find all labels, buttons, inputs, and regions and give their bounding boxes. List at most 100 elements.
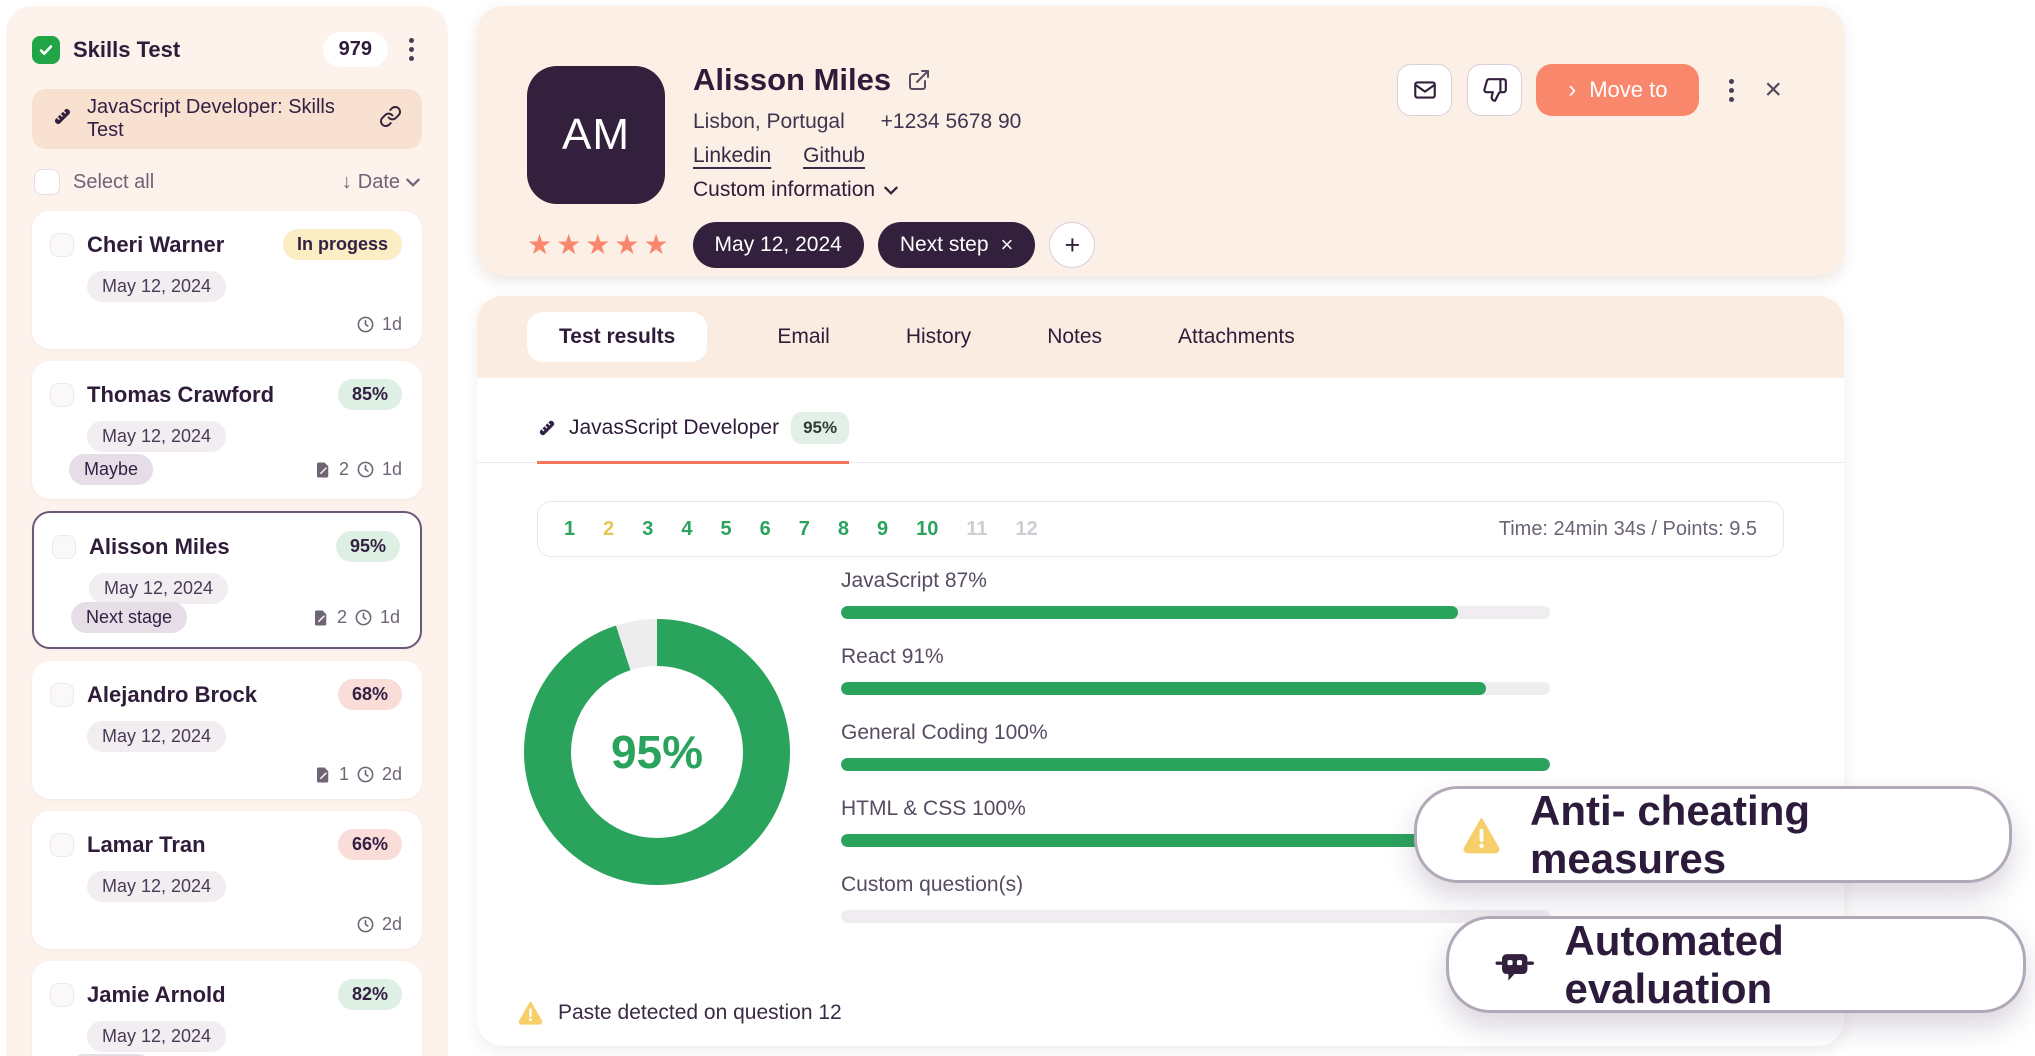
add-tag-button[interactable]: + <box>1049 222 1095 268</box>
score-badge: 85% <box>338 379 402 410</box>
question-number[interactable]: 12 <box>1016 518 1038 541</box>
tab-notes[interactable]: Notes <box>1041 312 1108 362</box>
question-number[interactable]: 1 <box>564 518 575 541</box>
candidate-checkbox[interactable] <box>50 233 74 257</box>
question-number[interactable]: 11 <box>966 518 987 541</box>
email-button[interactable] <box>1397 64 1452 116</box>
question-number[interactable]: 8 <box>838 518 849 541</box>
candidate-card[interactable]: Jamie Arnold 82% May 12, 2024 Maybe 2 2d <box>32 961 422 1056</box>
skill-bar-track <box>841 758 1550 771</box>
automated-evaluation-callout: Automated evaluation <box>1446 916 2026 1013</box>
candidate-checkbox[interactable] <box>50 983 74 1007</box>
chain-link-icon[interactable] <box>379 105 402 134</box>
sidebar-title: Skills Test <box>73 37 180 63</box>
skill-label: General Coding 100% <box>841 721 1550 745</box>
star-icon[interactable]: ★ <box>556 231 581 259</box>
candidate-meta: 1d <box>356 314 402 335</box>
question-number[interactable]: 2 <box>603 518 614 541</box>
candidate-date-pill: May 12, 2024 <box>87 1021 226 1052</box>
question-number[interactable]: 5 <box>721 518 732 541</box>
candidate-card[interactable]: Lamar Tran 66% May 12, 2024 2d <box>32 811 422 949</box>
test-filter-pill[interactable]: JavaScript Developer: Skills Test <box>32 89 422 149</box>
move-to-label: Move to <box>1589 77 1667 103</box>
reject-button[interactable] <box>1467 64 1522 116</box>
test-subtab-row: JavasScript Developer 95% <box>477 412 1844 463</box>
linkedin-link[interactable]: Linkedin <box>693 144 771 167</box>
chevron-down-icon <box>406 178 420 187</box>
star-icon[interactable]: ★ <box>527 231 552 259</box>
skill-bar-track <box>841 910 1550 923</box>
tab-test-results[interactable]: Test results <box>527 312 707 362</box>
sidebar-header: Skills Test 979 <box>32 32 422 67</box>
subtab-javascript-developer[interactable]: JavasScript Developer 95% <box>537 412 849 464</box>
next-step-tag: Next step × <box>878 222 1036 268</box>
note-icon <box>312 609 330 627</box>
next-step-tag-label: Next step <box>900 233 989 257</box>
stage-pill: Maybe <box>69 454 153 485</box>
header-kebab-menu-icon[interactable] <box>1721 75 1742 106</box>
external-link-icon[interactable] <box>907 68 931 92</box>
score-badge: 95% <box>336 531 400 562</box>
clock-icon <box>354 608 373 627</box>
skill-bar-fill <box>841 682 1486 695</box>
candidate-card[interactable]: Thomas Crawford 85% May 12, 2024 Maybe 2… <box>32 361 422 499</box>
candidate-phone: +1234 5678 90 <box>881 110 1022 133</box>
question-number[interactable]: 7 <box>799 518 810 541</box>
notes-count: 1 <box>339 764 349 785</box>
clock-icon <box>356 460 375 479</box>
envelope-icon <box>1412 77 1438 103</box>
question-number[interactable]: 6 <box>760 518 771 541</box>
select-all-checkbox[interactable] <box>34 169 60 195</box>
star-icon[interactable]: ★ <box>585 231 610 259</box>
filter-label: JavaScript Developer: Skills Test <box>87 96 365 142</box>
candidate-full-name: Alisson Miles <box>693 62 891 98</box>
close-icon[interactable]: × <box>1764 75 1782 105</box>
time-points-summary: Time: 24min 34s / Points: 9.5 <box>1499 518 1757 541</box>
anti-cheating-callout: Anti- cheating measures <box>1414 786 2012 883</box>
star-icon[interactable]: ★ <box>614 231 639 259</box>
candidate-name: Cheri Warner <box>87 232 224 258</box>
skill-bar-fill <box>841 606 1458 619</box>
date-tag-label: May 12, 2024 <box>715 233 842 257</box>
question-number[interactable]: 9 <box>877 518 888 541</box>
question-number[interactable]: 10 <box>916 518 938 541</box>
candidate-checkbox[interactable] <box>50 683 74 707</box>
question-number[interactable]: 4 <box>681 518 692 541</box>
candidate-date-pill: May 12, 2024 <box>87 421 226 452</box>
sidebar-kebab-menu-icon[interactable] <box>401 34 422 65</box>
question-number[interactable]: 3 <box>642 518 653 541</box>
candidate-date-pill: May 12, 2024 <box>87 871 226 902</box>
candidate-count-badge: 979 <box>323 32 388 67</box>
candidate-card[interactable]: Alejandro Brock 68% May 12, 2024 1 2d <box>32 661 422 799</box>
candidate-checkbox[interactable] <box>50 833 74 857</box>
custom-information-toggle[interactable]: Custom information <box>693 178 1021 202</box>
star-icon[interactable]: ★ <box>643 231 668 259</box>
candidate-checkbox[interactable] <box>50 383 74 407</box>
tab-history[interactable]: History <box>900 312 977 362</box>
sort-control[interactable]: ↓ Date <box>342 171 420 194</box>
candidate-card[interactable]: Cheri Warner In progess May 12, 2024 1d <box>32 211 422 349</box>
date-tag: May 12, 2024 <box>693 222 864 268</box>
note-icon <box>314 766 332 784</box>
tab-attachments[interactable]: Attachments <box>1172 312 1301 362</box>
skill-label: JavaScript 87% <box>841 569 1550 593</box>
candidate-date-pill: May 12, 2024 <box>87 271 226 302</box>
remove-tag-icon[interactable]: × <box>1001 232 1014 258</box>
github-link[interactable]: Github <box>803 144 865 167</box>
candidate-card-selected[interactable]: Alisson Miles 95% May 12, 2024 Next stag… <box>32 511 422 649</box>
tab-email[interactable]: Email <box>771 312 836 362</box>
candidate-age: 1d <box>382 314 402 335</box>
score-badge: 68% <box>338 679 402 710</box>
move-to-button[interactable]: › Move to <box>1536 64 1699 116</box>
chevron-right-icon: › <box>1568 78 1576 102</box>
skill-bar-fill <box>841 758 1550 771</box>
select-all-label: Select all <box>73 171 154 194</box>
tag-icon <box>52 106 73 133</box>
candidate-name: Lamar Tran <box>87 832 206 858</box>
skill-bar-track <box>841 606 1550 619</box>
warning-text: Paste detected on question 12 <box>558 1001 842 1025</box>
candidate-checkbox[interactable] <box>52 535 76 559</box>
score-badge: 82% <box>338 979 402 1010</box>
test-score-badge: 95% <box>791 412 849 444</box>
skill-row: General Coding 100% <box>841 721 1550 771</box>
